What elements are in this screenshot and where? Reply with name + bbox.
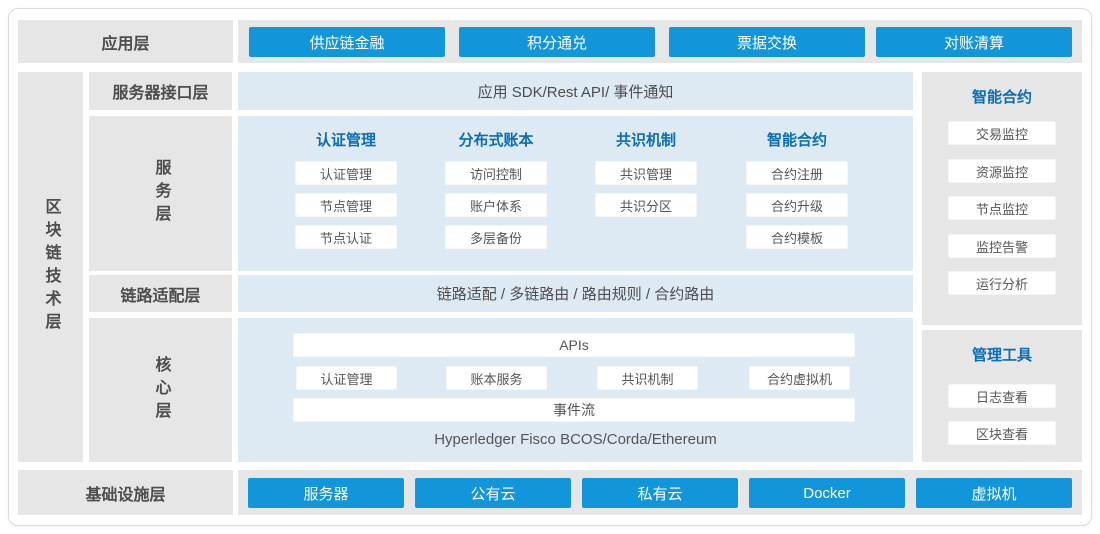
link-adapter-bar: 链路适配 / 多链路由 / 路由规则 / 合约路由 — [238, 275, 913, 312]
infrastructure-layer-label: 基础设施层 — [18, 470, 233, 515]
button-bill-exchange: 票据交换 — [669, 27, 865, 57]
core-module-contract-vm: 合约虚拟机 — [749, 366, 850, 390]
monitor-item-transaction-monitor: 交易监控 — [948, 121, 1056, 145]
server-interface-layer-label: 服务器接口层 — [89, 72, 232, 110]
button-server: 服务器 — [248, 478, 404, 508]
service-layer-panel: 认证管理 分布式账本 共识机制 智能合约 认证管理 节点管理 节点认证 访问控制… — [238, 116, 913, 271]
service-item-consensus-partition: 共识分区 — [595, 193, 697, 217]
smart-contract-panel: 智能合约 交易监控 资源监控 节点监控 监控告警 运行分析 — [922, 72, 1082, 325]
button-supply-chain-finance: 供应链金融 — [249, 27, 445, 57]
platforms-text: Hyperledger Fisco BCOS/Corda/Ethereum — [238, 430, 913, 450]
service-item-contract-upgrade: 合约升级 — [746, 193, 848, 217]
button-docker: Docker — [749, 478, 905, 508]
apis-bar: APIs — [293, 333, 855, 357]
service-item-account-system: 账户体系 — [445, 193, 547, 217]
service-item-auth-management: 认证管理 — [295, 161, 397, 185]
service-layer-label: 服务层 — [89, 116, 232, 271]
button-vm: 虚拟机 — [916, 478, 1072, 508]
core-layer-panel: APIs 认证管理 账本服务 共识机制 合约虚拟机 事件流 Hyperledge… — [238, 318, 913, 462]
service-item-contract-template: 合约模板 — [746, 225, 848, 249]
service-item-multilayer-backup: 多层备份 — [445, 225, 547, 249]
app-layer-label: 应用层 — [18, 20, 233, 63]
service-item-node-management: 节点管理 — [295, 193, 397, 217]
monitor-item-operation-analysis: 运行分析 — [948, 271, 1056, 295]
service-item-consensus-management: 共识管理 — [595, 161, 697, 185]
button-public-cloud: 公有云 — [415, 478, 571, 508]
button-points-exchange: 积分通兑 — [459, 27, 655, 57]
button-private-cloud: 私有云 — [582, 478, 738, 508]
monitor-item-resource-monitor: 资源监控 — [948, 159, 1056, 183]
service-item-node-auth: 节点认证 — [295, 225, 397, 249]
management-tools-panel: 管理工具 日志查看 区块查看 — [922, 330, 1082, 462]
col-header-distributed-ledger: 分布式账本 — [445, 131, 547, 151]
service-item-access-control: 访问控制 — [445, 161, 547, 185]
blockchain-tech-layer-label: 区块链技术层 — [18, 72, 83, 462]
core-module-ledger: 账本服务 — [446, 366, 547, 390]
button-reconciliation-clearing: 对账清算 — [876, 27, 1072, 57]
col-header-auth-management: 认证管理 — [295, 131, 397, 151]
service-item-contract-register: 合约注册 — [746, 161, 848, 185]
tool-item-log-view: 日志查看 — [948, 384, 1056, 408]
link-adapter-layer-label: 链路适配层 — [89, 275, 232, 312]
panel-header-smart-contract: 智能合约 — [922, 88, 1082, 108]
core-module-consensus: 共识机制 — [597, 366, 698, 390]
col-header-consensus: 共识机制 — [595, 131, 697, 151]
monitor-item-monitor-alert: 监控告警 — [948, 234, 1056, 258]
core-module-auth: 认证管理 — [296, 366, 397, 390]
event-stream-bar: 事件流 — [293, 398, 855, 422]
architecture-diagram: 应用层 供应链金融 积分通兑 票据交换 对账清算 区块链技术层 服务器接口层 服… — [0, 0, 1100, 534]
core-layer-label: 核心层 — [89, 318, 232, 462]
panel-header-management-tools: 管理工具 — [922, 346, 1082, 366]
sdk-api-bar: 应用 SDK/Rest API/ 事件通知 — [238, 72, 913, 110]
monitor-item-node-monitor: 节点监控 — [948, 196, 1056, 220]
col-header-smart-contract: 智能合约 — [746, 131, 848, 151]
tool-item-block-view: 区块查看 — [948, 421, 1056, 445]
